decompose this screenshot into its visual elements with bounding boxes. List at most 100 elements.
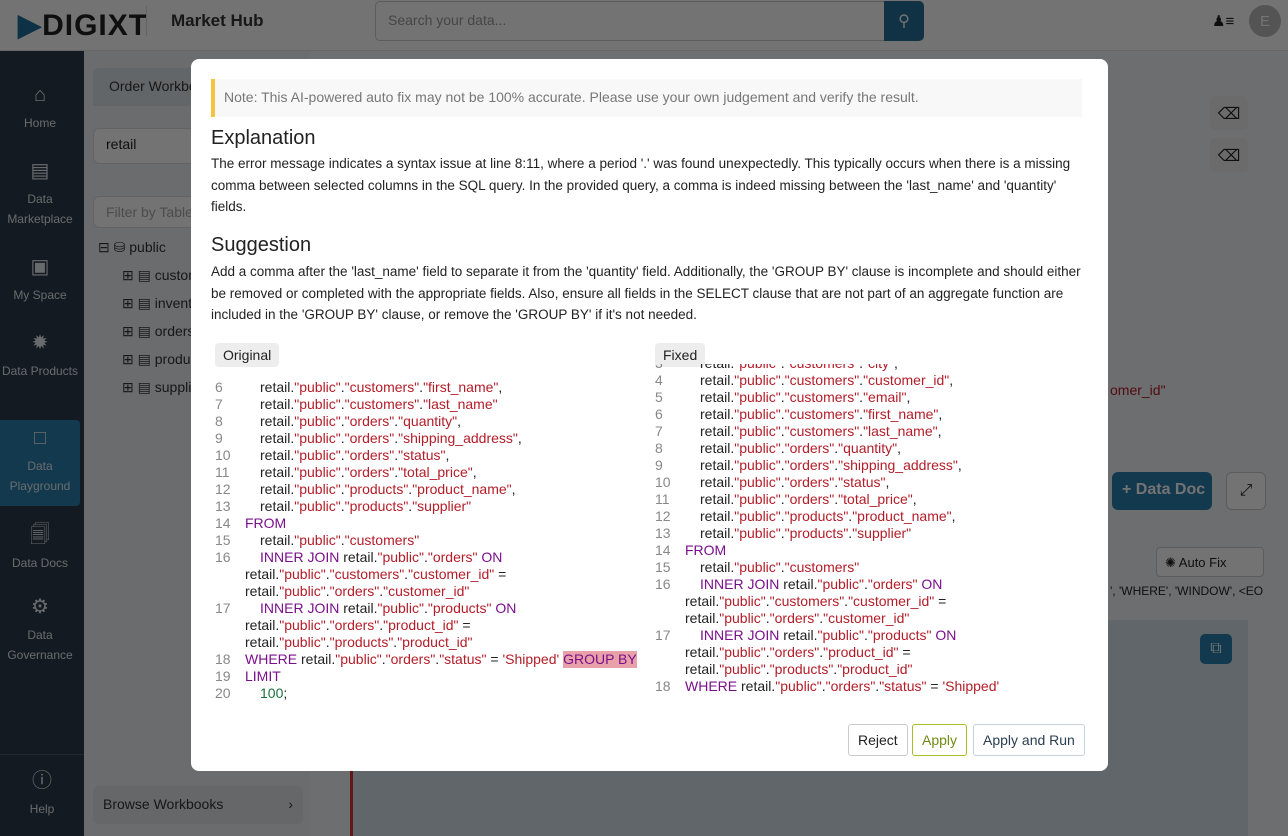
line-number: 14 — [215, 515, 231, 531]
app-title: Market Hub — [171, 11, 264, 30]
sidebar-item-label: Data Governance — [7, 628, 73, 662]
add-data-doc-button[interactable]: + Data Doc — [1112, 472, 1212, 510]
sidebar-item-data-playground[interactable]: □ Data Playground — [0, 420, 80, 506]
code-text: retail."public"."orders"."customer_id" — [245, 583, 470, 599]
code-line: retail."public"."orders"."product_id" = — [655, 644, 1085, 661]
sidebar-item-data-governance[interactable]: ⚙ Data Governance — [0, 595, 80, 665]
code-text: retail."public"."products"."product_id" — [245, 634, 473, 650]
browse-workbooks-button[interactable]: Browse Workbooks › — [93, 786, 303, 824]
sidebar-item-label: My Space — [13, 288, 67, 302]
code-line: 18 WHERE retail."public"."orders"."status… — [215, 651, 645, 668]
code-line: 19 LIMIT — [215, 668, 645, 685]
code-line: 15 retail."public"."customers" — [655, 559, 1085, 576]
line-number — [655, 593, 685, 610]
code-line: 18 WHERE retail."public"."orders"."status… — [655, 678, 1085, 695]
table-label: orders — [154, 323, 195, 339]
line-number: 12 — [215, 481, 231, 497]
line-number: 6 — [655, 406, 663, 422]
line-number: 16 — [215, 549, 231, 565]
tree-root-label: public — [129, 239, 166, 255]
sidebar-item-data-products[interactable]: ✹ Data Products — [0, 331, 80, 381]
sidebar-item-my-space[interactable]: ▣ My Space — [0, 255, 80, 305]
code-text: retail."public"."products"."supplier" — [260, 498, 472, 514]
sidebar-item-home[interactable]: ⌂ Home — [0, 83, 80, 133]
code-line: 16 INNER JOIN retail."public"."orders" ON — [655, 576, 1085, 593]
copy-icon[interactable]: ⧉ — [1200, 634, 1232, 664]
code-text: retail."public"."customers"."email", — [700, 389, 911, 405]
bug-icon: ✺ — [1165, 555, 1179, 570]
store-icon: ▤ — [30, 160, 50, 182]
code-line: retail."public"."customers"."customer_id… — [655, 593, 1085, 610]
line-number: 13 — [215, 498, 231, 514]
network-icon: ✹ — [31, 332, 49, 354]
eraser-icon[interactable]: ⌫ — [1210, 138, 1248, 172]
expand-icon[interactable]: ⤢ — [1226, 472, 1266, 510]
code-text: FROM — [245, 515, 287, 531]
code-text: retail."public"."customers"."last_name", — [700, 423, 942, 439]
tree-table[interactable]: ⊞ ▤ orders — [122, 323, 194, 340]
code-line: 5 retail."public"."customers"."email", — [655, 389, 1085, 406]
code-text: retail."public"."products"."product_name… — [700, 508, 956, 524]
code-line: 9 retail."public"."orders"."shipping_addr… — [655, 457, 1085, 474]
code-line: 17 INNER JOIN retail."public"."products" … — [215, 600, 645, 617]
code-text: WHERE retail."public"."orders"."status" … — [245, 651, 560, 667]
code-line: 7 retail."public"."customers"."last_name" — [215, 396, 645, 413]
search-button[interactable]: ⚲ — [884, 1, 924, 41]
suggestion-heading: Suggestion — [211, 234, 312, 256]
line-number: 17 — [655, 627, 671, 643]
original-code: 6 retail."public"."customers"."first_name… — [215, 379, 645, 724]
line-number: 18 — [655, 678, 671, 694]
sidebar-item-data-docs[interactable]: 🗐 Data Docs — [0, 523, 80, 573]
apply-and-run-button[interactable]: Apply and Run — [973, 724, 1085, 756]
line-number: 17 — [215, 600, 231, 616]
code-line: 15 retail."public"."customers" — [215, 532, 645, 549]
line-number: 9 — [215, 430, 223, 446]
auto-fix-button[interactable]: ✺ Auto Fix — [1156, 547, 1264, 577]
code-line: retail."public"."orders"."product_id" = — [215, 617, 645, 634]
top-bar: ▶DIGIXT Market Hub Search your data... ⚲… — [0, 0, 1288, 51]
apply-button[interactable]: Apply — [912, 724, 968, 756]
suggestion-text: Add a comma after the 'last_name' field … — [211, 264, 1081, 322]
docs-icon: 🗐 — [30, 524, 50, 546]
code-text: retail."public"."orders"."product_id" = — [685, 644, 911, 660]
tree-root[interactable]: ⊟ ⛁ public — [98, 239, 166, 256]
sidebar-item-help[interactable]: ⓘ Help — [0, 754, 84, 819]
code-line: 8 retail."public"."orders"."quantity", — [655, 440, 1085, 457]
chevron-right-icon: › — [288, 796, 293, 812]
code-line: 7 retail."public"."customers"."last_name"… — [655, 423, 1085, 440]
code-text: retail."public"."customers"."customer_id… — [245, 566, 507, 582]
code-line: 12 retail."public"."products"."product_na… — [215, 481, 645, 498]
code-text: 100; — [260, 685, 288, 701]
auto-fix-modal: Note: This AI-powered auto fix may not b… — [191, 59, 1108, 771]
code-text: INNER JOIN retail."public"."orders" ON — [700, 576, 943, 592]
code-snippet: omer_id" — [1110, 382, 1166, 398]
eraser-icon[interactable]: ⌫ — [1210, 96, 1248, 130]
line-number: 15 — [655, 559, 671, 575]
search-input[interactable]: Search your data... — [375, 1, 885, 41]
user-list-icon[interactable]: ♟≡ — [1212, 12, 1234, 30]
archive-icon: ▣ — [30, 256, 50, 278]
code-line: retail."public"."orders"."customer_id" — [655, 610, 1085, 627]
reject-button[interactable]: Reject — [848, 724, 908, 756]
avatar[interactable]: E — [1249, 5, 1281, 37]
sidebar-item-label: Data Playground — [9, 459, 71, 493]
error-message: ', 'WHERE', 'WINDOW', <EO — [1110, 584, 1264, 598]
code-text: retail."public"."customers"."customer_id… — [700, 372, 954, 388]
fixed-code[interactable]: 3retail."public"."customers"."city",4ret… — [655, 364, 1085, 707]
code-line: 6 retail."public"."customers"."first_name… — [215, 379, 645, 396]
code-line: 17 INNER JOIN retail."public"."products" … — [655, 627, 1085, 644]
governance-icon: ⚙ — [31, 596, 49, 618]
sidebar-item-data-marketplace[interactable]: ▤ Data Marketplace — [0, 159, 80, 229]
line-number: 13 — [655, 525, 671, 541]
line-number: 15 — [215, 532, 231, 548]
sidebar-item-label: Home — [23, 116, 56, 130]
line-number: 18 — [215, 651, 231, 667]
code-text: retail."public"."orders"."total_price", — [260, 464, 477, 480]
line-number: 8 — [655, 440, 663, 456]
line-number: 19 — [215, 668, 231, 684]
code-text: retail."public"."products"."product_name… — [260, 481, 516, 497]
line-number: 11 — [215, 464, 230, 480]
code-text: retail."public"."orders"."shipping_addre… — [700, 457, 962, 473]
code-line: 20 100; — [215, 685, 645, 702]
code-line: retail."public"."products"."product_id" — [215, 634, 645, 651]
